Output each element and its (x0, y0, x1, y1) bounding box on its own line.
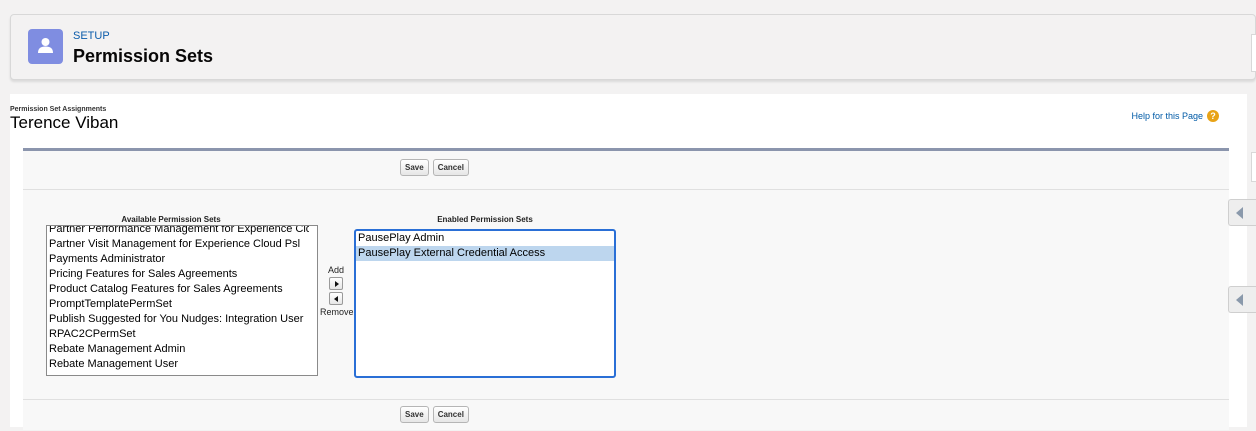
available-option[interactable]: Rebate Management User (47, 357, 309, 372)
available-permission-sets-list[interactable]: Partner Performance Management for Exper… (46, 225, 318, 376)
page-title: Permission Sets (73, 46, 214, 66)
main-content: Permission Set Assignments Terence Viban… (10, 94, 1247, 430)
cancel-button-bottom[interactable]: Cancel (432, 406, 469, 423)
breadcrumb: Permission Set Assignments (10, 106, 107, 113)
top-button-row: Save Cancel (23, 151, 1229, 190)
side-panel-toggle-lower[interactable] (1228, 286, 1256, 313)
enabled-permission-sets-list[interactable]: PausePlay Admin PausePlay External Crede… (354, 229, 616, 378)
collapse-arrow-icon (1236, 207, 1243, 219)
available-option[interactable]: Product Catalog Features for Sales Agree… (47, 282, 309, 297)
page-header: SETUP Permission Sets (10, 14, 1256, 80)
arrow-right-icon (335, 281, 339, 287)
save-button-top[interactable]: Save (400, 159, 429, 176)
cancel-button-top[interactable]: Cancel (432, 159, 469, 176)
user-icon (28, 29, 63, 64)
available-option[interactable]: RPAC2CPermSet (47, 327, 309, 342)
enabled-option[interactable]: PausePlay Admin (356, 231, 614, 246)
enabled-list-title: Enabled Permission Sets (437, 215, 533, 224)
add-remove-controls: Add Remove (320, 265, 354, 317)
save-button-bottom[interactable]: Save (400, 406, 429, 423)
side-panel-toggle-upper[interactable] (1228, 199, 1256, 226)
enabled-option-selected[interactable]: PausePlay External Credential Access (356, 246, 614, 261)
bottom-button-row: Save Cancel (23, 399, 1229, 431)
available-option[interactable]: Rebate Management Admin (47, 342, 309, 357)
available-option[interactable]: Partner Performance Management for Exper… (47, 226, 309, 237)
setup-label: SETUP (73, 30, 110, 42)
add-arrow-button[interactable] (329, 277, 343, 290)
assignment-edit-block: Save Cancel Available Permission Sets En… (23, 148, 1229, 430)
question-mark-icon[interactable]: ? (1207, 110, 1219, 122)
available-option[interactable]: Payments Administrator (47, 252, 309, 267)
remove-arrow-button[interactable] (329, 292, 343, 305)
available-option[interactable]: PromptTemplatePermSet (47, 297, 309, 312)
available-option[interactable]: Partner Visit Management for Experience … (47, 237, 309, 252)
collapse-arrow-icon (1236, 294, 1243, 306)
arrow-left-icon (334, 296, 338, 302)
user-name-heading: Terence Viban (10, 113, 119, 132)
remove-label: Remove (320, 307, 354, 317)
help-link-label[interactable]: Help for this Page (1131, 111, 1203, 121)
header-edge-tab (1251, 34, 1256, 72)
add-label: Add (327, 265, 344, 275)
available-list-title: Available Permission Sets (121, 215, 221, 224)
help-link[interactable]: Help for this Page ? (1131, 110, 1219, 122)
available-option[interactable]: Publish Suggested for You Nudges: Integr… (47, 312, 309, 327)
available-option[interactable]: Pricing Features for Sales Agreements (47, 267, 309, 282)
edge-tab (1251, 152, 1256, 182)
